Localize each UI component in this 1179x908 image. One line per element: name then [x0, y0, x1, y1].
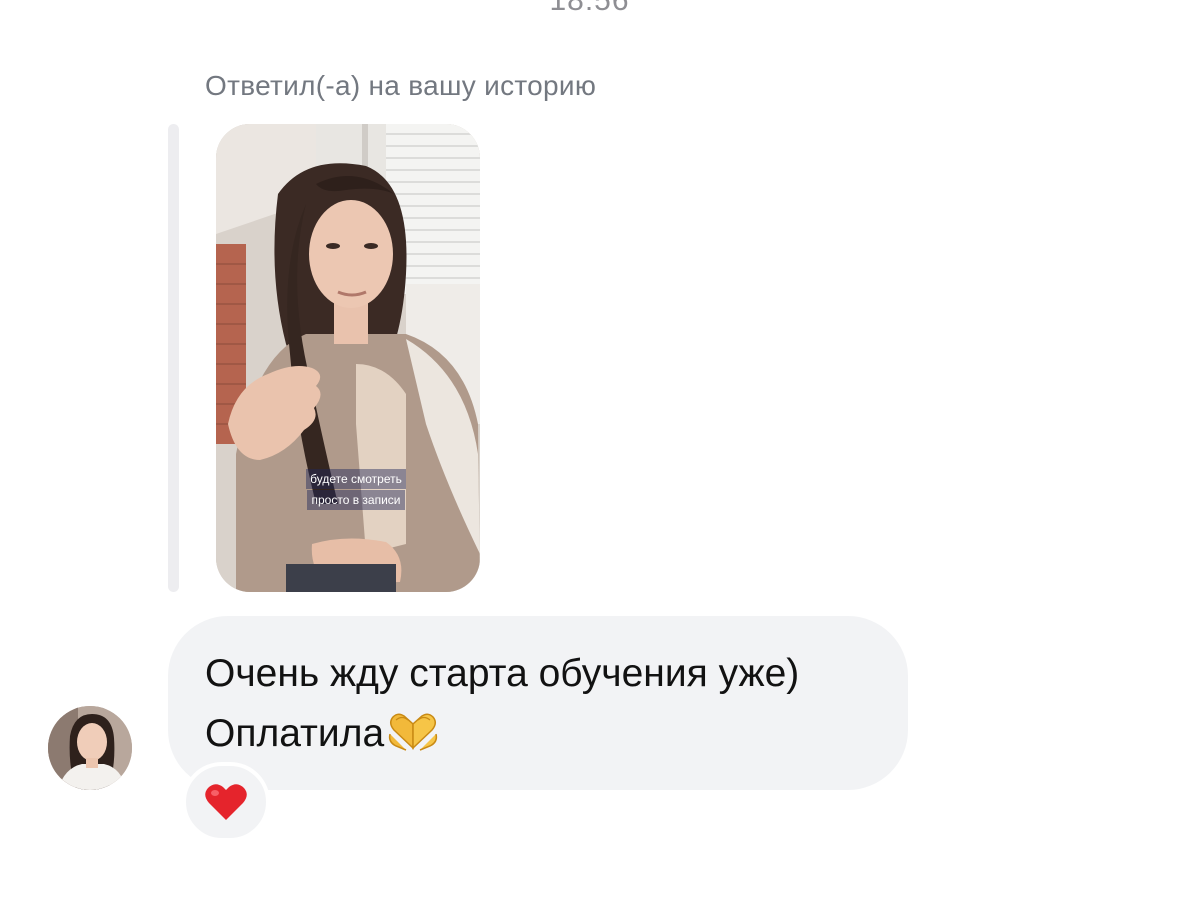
story-reply-header: Ответил(-а) на вашу историю — [205, 70, 597, 101]
reaction-badge[interactable] — [182, 762, 270, 842]
chat-thread: 18:56 Ответил(-а) на вашу историю будете… — [0, 0, 1179, 908]
avatar-photo — [48, 706, 132, 790]
story-image — [216, 124, 480, 592]
story-caption-line-1: будете смотреть — [286, 469, 426, 489]
red-heart-icon — [205, 784, 247, 820]
sender-avatar[interactable] — [48, 706, 132, 790]
message-text-line-2-text: Оплатила — [205, 712, 385, 755]
story-caption-line-2: просто в записи — [286, 490, 426, 510]
story-thumbnail[interactable]: будете смотреть просто в записи — [216, 124, 480, 592]
reply-quote-bar — [168, 124, 179, 592]
heart-hands-icon — [386, 710, 440, 770]
message-timestamp: 18:56 — [549, 0, 630, 17]
message-text-line-1: Очень жду старта обучения уже) — [205, 652, 800, 695]
message-text-line-2: Оплатила — [205, 704, 872, 770]
message-bubble[interactable]: Очень жду старта обучения уже) Оплатила — [168, 616, 908, 790]
